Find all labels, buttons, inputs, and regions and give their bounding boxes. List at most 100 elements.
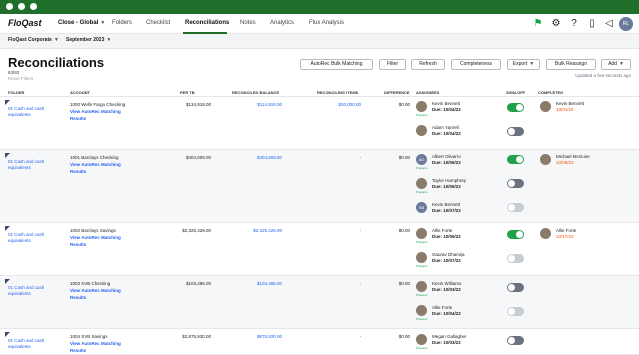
sign-off-toggle[interactable] [507,336,524,345]
per-tb-value: $134,918.00 [185,102,211,107]
table-row[interactable]: 01 Cash and cash equivalents 1003 SVB Ch… [0,276,639,329]
completeness-button[interactable]: Completeness [451,59,501,70]
col-difference[interactable]: DIFFERENCE [384,90,410,95]
autorec-link[interactable]: View AutoRec Matching [70,288,121,293]
table-row[interactable]: 01 Cash and cash equivalents 1002 Barcla… [0,223,639,276]
autorec-bulk-matching-button[interactable]: AutoRec Bulk Matching [300,59,373,70]
flag-icon[interactable]: ⚑ [532,18,544,30]
autorec-results-link[interactable]: Results [70,242,86,247]
nav-notes[interactable]: Notes [240,20,256,26]
autorec-results-link[interactable]: Results [70,116,86,121]
sign-off-toggle[interactable] [507,254,524,263]
col-reconciled-balance[interactable]: RECONCILED BALANCE [232,90,279,95]
avatar [416,101,427,112]
sign-off-toggle[interactable] [507,307,524,316]
reconciling-items-value: - [359,155,362,160]
col-account[interactable]: ACCOUNT [70,90,90,95]
reconciled-balance-value[interactable]: $114,918.00 [257,102,282,107]
autorec-link[interactable]: View AutoRec Matching [70,109,121,114]
add-button[interactable]: Add ▼ [601,59,631,70]
assignee-name: Allie Forte [432,228,453,233]
sign-off-toggle[interactable] [507,283,524,292]
nav-analytics[interactable]: Analytics [270,20,294,26]
filter-button[interactable]: Filter [379,59,406,70]
sign-off-toggle[interactable] [507,127,524,136]
autorec-results-link[interactable]: Results [70,348,86,353]
table-row[interactable]: 01 Cash and cash equivalents 1004 SVB Sa… [0,329,639,355]
avatar [416,334,427,345]
window-dot-icon[interactable] [30,3,37,10]
help-icon[interactable]: ? [568,18,580,30]
window-dot-icon[interactable] [6,3,13,10]
folder-link[interactable]: 01 Cash and cash equivalents [8,106,53,118]
entity-dropdown[interactable]: FloQast Corporate ▼ [8,37,59,43]
nav-folders[interactable]: Folders [112,20,132,26]
autorec-results-link[interactable]: Results [70,169,86,174]
completed-date: 10/06/22 [556,160,574,165]
assignee-due: Due: 10/06/22 [432,234,461,239]
avatar [416,228,427,239]
filter-bar: FloQast Corporate ▼ September 2023 ▼ [0,34,639,49]
col-sign-off[interactable]: SIGN-OFF [506,90,525,95]
window-dot-icon[interactable] [18,3,25,10]
avatar: KB [416,202,427,213]
nav-reconciliations[interactable]: Reconciliations [185,20,229,26]
nav-flux-analysis[interactable]: Flux Analysis [309,20,344,26]
assignee-due: Due: 10/06/22 [432,184,461,189]
completed-name: Michael McGuire [556,154,590,159]
reconciling-items-value[interactable]: $20,000.00 [338,102,361,107]
reconciled-balance-value[interactable]: $875,930.00 [257,334,282,339]
folder-link[interactable]: 01 Cash and cash equivalents [8,232,53,244]
assignee-name: Kevin Williams [432,281,462,286]
folder-link[interactable]: 01 Cash and cash equivalents [8,159,53,171]
reconciled-balance-value[interactable]: $404,509.00 [257,155,282,160]
table-row[interactable]: 01 Cash and cash equivalents 1001 Barcla… [0,150,639,223]
period-dropdown[interactable]: September 2023 ▼ [66,37,111,43]
book-icon[interactable]: ▯ [586,18,598,30]
per-tb-value: $103,485.00 [185,281,211,286]
col-folder[interactable]: FOLDER [8,90,24,95]
completed-name: Allie Forte [556,228,577,233]
sign-off-toggle[interactable] [507,230,524,239]
sign-off-toggle[interactable] [507,103,524,112]
assignee-name: Allie Forte [432,305,453,310]
reconciled-balance-value[interactable]: $103,485.00 [257,281,282,286]
autorec-link[interactable]: View AutoRec Matching [70,341,121,346]
assignee-name: Adam Yarnell [432,125,459,130]
sign-off-toggle[interactable] [507,203,524,212]
col-reconciling-items[interactable]: RECONCILING ITEMS [317,90,358,95]
autorec-results-link[interactable]: Results [70,295,86,300]
col-assignees[interactable]: ASSIGNEES [416,90,439,95]
close-selector[interactable]: Close - Global ▼ [58,20,105,26]
chevron-down-icon: ▼ [100,20,106,26]
autorec-link[interactable]: View AutoRec Matching [70,162,121,167]
col-per-tb[interactable]: PER TB [180,90,195,95]
assignee-due: Due: 10/07/22 [432,208,461,213]
row-flag-icon [5,100,10,105]
assignee-due: Due: 10/06/22 [432,160,461,165]
sign-off-toggle[interactable] [507,179,524,188]
assignee-name: Megan Gallagher [432,334,467,339]
refresh-button[interactable]: Refresh [411,59,445,70]
folder-link[interactable]: 01 Cash and cash equivalents [8,285,53,297]
reset-filters-link[interactable]: Reset Filters [8,76,33,81]
sign-off-toggle[interactable] [507,155,524,164]
export-button[interactable]: Export ▼ [507,59,540,70]
folder-link[interactable]: 01 Cash and cash equivalents [8,338,53,350]
bulk-reassign-button[interactable]: Bulk Reassign [546,59,596,70]
reconciled-balance-value[interactable]: $2,325,428.00 [253,228,282,233]
avatar [540,101,551,112]
assignee-role: Preparer [416,293,428,297]
assignee-due: Due: 10/03/22 [432,287,461,292]
difference-value: $0.00 [398,102,410,107]
autorec-link[interactable]: View AutoRec Matching [70,235,121,240]
table-row[interactable]: 01 Cash and cash equivalents 1000 Wells … [0,97,639,150]
user-avatar[interactable]: RL [619,17,633,31]
assignee-role: Preparer [416,166,428,170]
per-tb-value: $2,325,428.00 [182,228,211,233]
gear-icon[interactable]: ⚙ [550,18,562,30]
nav-checklist[interactable]: Checklist [146,20,170,26]
account-name: 1001 Barclays Checking [70,155,119,160]
megaphone-icon[interactable]: ◁ [603,18,615,30]
col-completed[interactable]: COMPLETED [538,90,563,95]
